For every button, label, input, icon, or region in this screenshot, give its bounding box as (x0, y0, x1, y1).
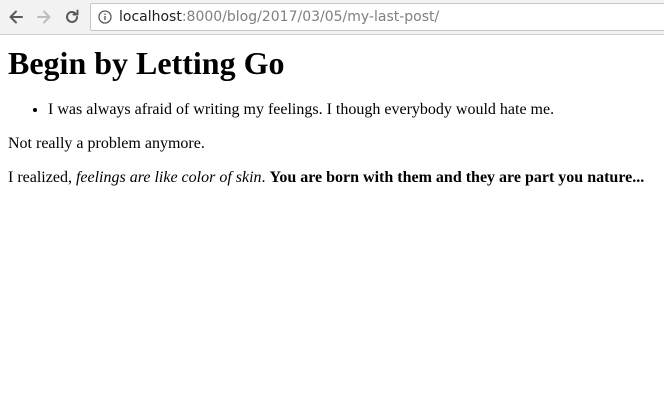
back-button[interactable] (5, 6, 27, 28)
post-list: I was always afraid of writing my feelin… (8, 99, 554, 121)
paragraph-lead: I realized, (8, 169, 76, 186)
strong-text: You are born with them and they are part… (269, 169, 645, 186)
emphasis-text: feelings are like color of skin (75, 169, 262, 186)
forward-button[interactable] (33, 6, 55, 28)
paragraph: Not really a problem anymore. (8, 135, 205, 152)
browser-toolbar: localhost:8000/blog/2017/03/05/my-last-p… (0, 0, 664, 35)
arrow-left-icon (9, 10, 23, 24)
page-title: Begin by Letting Go (8, 45, 285, 81)
url-host: localhost (119, 9, 182, 25)
list-item: I was always afraid of writing my feelin… (48, 99, 554, 121)
arrow-right-icon (37, 10, 51, 24)
url-text[interactable]: localhost:8000/blog/2017/03/05/my-last-p… (119, 8, 439, 26)
paragraph: I realized, feelings are like color of s… (8, 167, 644, 189)
info-icon[interactable] (98, 10, 112, 24)
paragraph-middle: . (261, 169, 270, 186)
address-bar[interactable]: localhost:8000/blog/2017/03/05/my-last-p… (90, 3, 664, 31)
page-content: Begin by Letting Go I was always afraid … (0, 35, 664, 411)
reload-button[interactable] (61, 6, 83, 28)
reload-icon (66, 9, 79, 23)
url-path: :8000/blog/2017/03/05/my-last-post/ (181, 9, 440, 25)
